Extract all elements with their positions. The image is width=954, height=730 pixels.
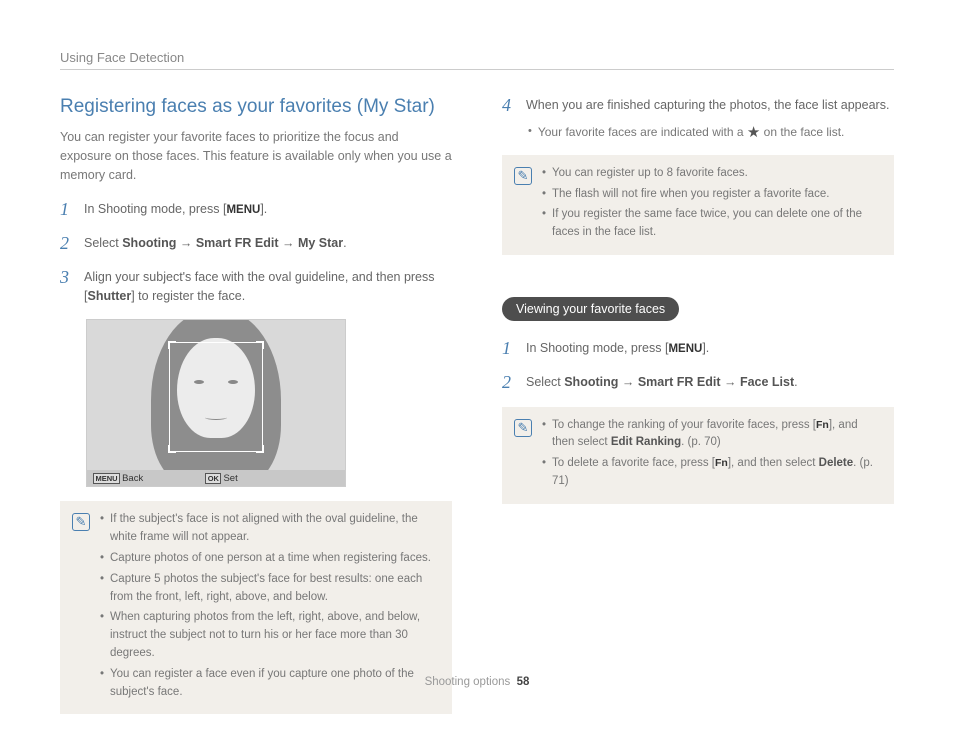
step-number: 2 (60, 234, 74, 254)
note-list: You can register up to 8 favorite faces.… (542, 165, 882, 245)
note-list: To change the ranking of your favorite f… (542, 417, 882, 494)
txt: . (343, 236, 346, 250)
step-text: When you are finished capturing the phot… (526, 96, 894, 141)
frame-corner (168, 445, 176, 453)
txt: My Star (298, 236, 343, 250)
txt: → (618, 375, 637, 389)
note-item: If the subject's face is not aligned wit… (100, 511, 440, 547)
intro-text: You can register your favorite faces to … (60, 128, 452, 184)
frame-corner (168, 341, 176, 349)
step-number: 1 (502, 339, 516, 359)
step-4: 4 When you are finished capturing the ph… (502, 96, 894, 141)
txt: . (p. 70) (681, 436, 721, 448)
note-item: If you register the same face twice, you… (542, 206, 882, 242)
txt: → (176, 236, 195, 250)
header-divider (60, 69, 894, 70)
txt: Select (526, 375, 564, 389)
note-item: The flash will not fire when you registe… (542, 186, 882, 204)
page-number: 58 (517, 676, 530, 688)
heading-mystar: Registering faces as your favorites (My … (60, 96, 452, 118)
header-section: Using Face Detection (60, 50, 894, 65)
camera-image-area (87, 320, 345, 470)
set-label: Set (223, 473, 237, 484)
step-text: Select Shooting → Smart FR Edit → Face L… (526, 373, 894, 393)
txt: Your favorite faces are indicated with a (538, 125, 747, 139)
step-3: 3 Align your subject's face with the ova… (60, 268, 452, 306)
txt: ]. (260, 202, 267, 216)
txt: In Shooting mode, press [ (84, 202, 226, 216)
txt: Shutter (87, 289, 131, 303)
txt: Edit Ranking (611, 436, 681, 448)
note-icon: ✎ (514, 167, 532, 185)
txt: . (794, 375, 797, 389)
txt: When you are finished capturing the phot… (526, 98, 889, 112)
bullet-dot: • (528, 123, 532, 141)
star-icon: ★ (747, 125, 760, 140)
step-text: Select Shooting → Smart FR Edit → My Sta… (84, 234, 452, 254)
note-icon: ✎ (72, 513, 90, 531)
ok-key-icon: OK (205, 473, 221, 484)
camera-preview: MENU Back OK Set (86, 319, 346, 487)
note-item: You can register up to 8 favorite faces. (542, 165, 882, 183)
left-column: Registering faces as your favorites (My … (60, 96, 452, 730)
note-item: Capture 5 photos the subject's face for … (100, 571, 440, 607)
back-label: Back (122, 473, 143, 484)
step-number: 2 (502, 373, 516, 393)
note-box-right-2: ✎ To change the ranking of your favorite… (502, 407, 894, 504)
columns: Registering faces as your favorites (My … (60, 96, 894, 730)
camera-bar: MENU Back OK Set (87, 470, 345, 486)
footer: Shooting options 58 (0, 676, 954, 688)
txt: Face List (740, 375, 794, 389)
step-1: 1 In Shooting mode, press [MENU]. (60, 200, 452, 220)
spacer (502, 271, 894, 287)
txt: Your favorite faces are indicated with a… (538, 123, 845, 141)
step-text: In Shooting mode, press [MENU]. (526, 339, 894, 359)
txt: → (720, 375, 739, 389)
menu-key: MENU (668, 343, 702, 355)
txt: ] to register the face. (131, 289, 245, 303)
txt: Select (84, 236, 122, 250)
note-item: When capturing photos from the left, rig… (100, 609, 440, 662)
note-item: To change the ranking of your favorite f… (542, 417, 882, 453)
note-box-right-1: ✎ You can register up to 8 favorite face… (502, 155, 894, 255)
step-number: 1 (60, 200, 74, 220)
txt: Smart FR Edit (638, 375, 721, 389)
step-text: Align your subject's face with the oval … (84, 268, 452, 306)
txt: on the face list. (760, 125, 844, 139)
note-icon: ✎ (514, 419, 532, 437)
txt: ], and then select (728, 457, 819, 469)
txt: To delete a favorite face, press [ (552, 457, 715, 469)
view-step-2: 2 Select Shooting → Smart FR Edit → Face… (502, 373, 894, 393)
menu-key: MENU (226, 204, 260, 216)
frame-corner (256, 445, 264, 453)
txt: To change the ranking of your favorite f… (552, 419, 816, 431)
fn-key: Fn (816, 419, 829, 431)
frame-corner (256, 341, 264, 349)
txt: Smart FR Edit (196, 236, 279, 250)
frame-rect (169, 342, 263, 452)
view-step-1: 1 In Shooting mode, press [MENU]. (502, 339, 894, 359)
txt: ]. (702, 341, 709, 355)
right-column: 4 When you are finished capturing the ph… (502, 96, 894, 730)
footer-section: Shooting options (425, 676, 511, 688)
step-text: In Shooting mode, press [MENU]. (84, 200, 452, 220)
txt: Delete (819, 457, 854, 469)
menu-key-icon: MENU (93, 473, 120, 484)
note-item: Capture photos of one person at a time w… (100, 550, 440, 568)
txt: Shooting (122, 236, 176, 250)
sub-bullet: • Your favorite faces are indicated with… (528, 123, 894, 141)
txt: Shooting (564, 375, 618, 389)
fn-key: Fn (715, 457, 728, 469)
txt: In Shooting mode, press [ (526, 341, 668, 355)
txt: → (278, 236, 297, 250)
step-2: 2 Select Shooting → Smart FR Edit → My S… (60, 234, 452, 254)
step-number: 3 (60, 268, 74, 306)
note-item: To delete a favorite face, press [Fn], a… (542, 455, 882, 491)
step-number: 4 (502, 96, 516, 141)
pill-viewing-faces: Viewing your favorite faces (502, 297, 679, 321)
